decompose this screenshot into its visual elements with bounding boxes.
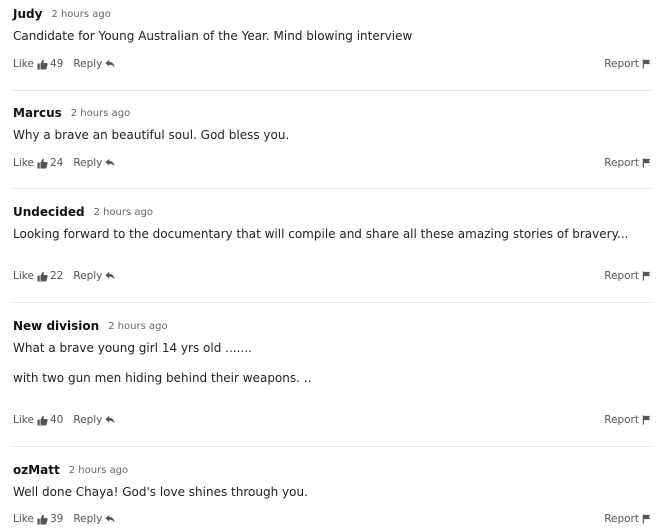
like-count: 39 — [49, 513, 64, 525]
like-count: 24 — [49, 157, 64, 169]
comment-item: ozMatt 2 hours ago Well done Chaya! God'… — [13, 460, 651, 531]
comment-actions: Like 24 Reply Report — [13, 156, 651, 170]
like-button[interactable]: Like 49 — [13, 58, 63, 70]
report-button[interactable]: Report — [604, 58, 651, 70]
comment-item: Undecided 2 hours ago Looking forward to… — [13, 202, 651, 303]
flag-icon — [642, 59, 651, 69]
comment-header: New division 2 hours ago — [13, 316, 651, 336]
report-label: Report — [604, 157, 639, 169]
reply-button[interactable]: Reply — [73, 58, 115, 70]
comment-timestamp: 2 hours ago — [93, 206, 153, 218]
comment-text-line: Looking forward to the documentary that … — [13, 227, 629, 241]
comment-text-line: Candidate for Young Australian of the Ye… — [13, 29, 413, 43]
comment-text-line: What a brave young girl 14 yrs old .....… — [13, 341, 252, 355]
comment-author[interactable]: Judy — [13, 7, 42, 21]
reply-button[interactable]: Reply — [73, 513, 115, 525]
like-label: Like — [13, 58, 34, 70]
thumbs-up-icon — [37, 271, 48, 282]
comment-timestamp: 2 hours ago — [51, 8, 111, 20]
like-label: Like — [13, 157, 34, 169]
reply-label: Reply — [73, 157, 103, 169]
comment-header: ozMatt 2 hours ago — [13, 460, 651, 480]
like-label: Like — [13, 270, 34, 282]
reply-arrow-icon — [105, 158, 115, 168]
comment-actions: Like 39 Reply Report — [13, 512, 651, 526]
comment-item: Judy 2 hours ago Candidate for Young Aus… — [13, 4, 651, 91]
like-count: 49 — [49, 58, 64, 70]
flag-icon — [642, 415, 651, 425]
comment-text: Looking forward to the documentary that … — [13, 227, 651, 242]
reply-arrow-icon — [105, 514, 115, 524]
thumbs-up-icon — [37, 415, 48, 426]
report-label: Report — [604, 270, 639, 282]
reply-arrow-icon — [105, 415, 115, 425]
comment-actions: Like 40 Reply Report — [13, 413, 651, 427]
comment-item: Marcus 2 hours ago Why a brave an beauti… — [13, 103, 651, 189]
comment-text-line: with two gun men hiding behind their wea… — [13, 371, 312, 385]
comment-author[interactable]: ozMatt — [13, 463, 60, 477]
comment-timestamp: 2 hours ago — [68, 464, 129, 476]
comment-timestamp: 2 hours ago — [70, 107, 131, 119]
like-button[interactable]: Like 22 — [13, 270, 63, 282]
report-button[interactable]: Report — [604, 157, 651, 169]
comment-text: Well done Chaya! God's love shines throu… — [13, 485, 651, 500]
comment-header: Judy 2 hours ago — [13, 4, 651, 24]
like-label: Like — [13, 414, 34, 426]
like-button[interactable]: Like 24 — [13, 157, 63, 169]
reply-button[interactable]: Reply — [73, 157, 115, 169]
comment-actions: Like 22 Reply Report — [13, 269, 651, 283]
comment-actions: Like 49 Reply Report — [13, 57, 651, 71]
reply-button[interactable]: Reply — [73, 270, 115, 282]
reply-label: Reply — [73, 513, 103, 525]
like-button[interactable]: Like 39 — [13, 513, 63, 525]
comment-text: Candidate for Young Australian of the Ye… — [13, 29, 651, 44]
reply-button[interactable]: Reply — [73, 414, 115, 426]
comment-author[interactable]: Undecided — [13, 205, 85, 219]
report-button[interactable]: Report — [604, 513, 651, 525]
flag-icon — [642, 514, 651, 524]
report-label: Report — [604, 513, 639, 525]
comment-header: Undecided 2 hours ago — [13, 202, 651, 222]
flag-icon — [642, 271, 651, 281]
report-button[interactable]: Report — [604, 414, 651, 426]
reply-arrow-icon — [105, 59, 115, 69]
flag-icon — [642, 158, 651, 168]
report-label: Report — [604, 414, 639, 426]
comment-text: What a brave young girl 14 yrs old .....… — [13, 341, 651, 386]
report-label: Report — [604, 58, 639, 70]
like-count: 40 — [49, 414, 64, 426]
thumbs-up-icon — [37, 514, 48, 525]
reply-label: Reply — [73, 414, 103, 426]
comment-timestamp: 2 hours ago — [108, 320, 168, 332]
comment-item: New division 2 hours ago What a brave yo… — [13, 316, 651, 447]
thumbs-up-icon — [37, 158, 48, 169]
like-count: 22 — [49, 270, 64, 282]
like-button[interactable]: Like 40 — [13, 414, 63, 426]
reply-label: Reply — [73, 270, 103, 282]
like-label: Like — [13, 513, 34, 525]
comment-text-line: Why a brave an beautiful soul. God bless… — [13, 128, 290, 142]
comment-text: Why a brave an beautiful soul. God bless… — [13, 128, 651, 143]
comment-author[interactable]: New division — [13, 319, 99, 333]
comment-header: Marcus 2 hours ago — [13, 103, 651, 123]
comment-text-line: Well done Chaya! God's love shines throu… — [13, 485, 308, 499]
thumbs-up-icon — [37, 59, 48, 70]
reply-label: Reply — [73, 58, 103, 70]
comment-author[interactable]: Marcus — [13, 106, 62, 120]
reply-arrow-icon — [105, 271, 115, 281]
report-button[interactable]: Report — [604, 270, 651, 282]
